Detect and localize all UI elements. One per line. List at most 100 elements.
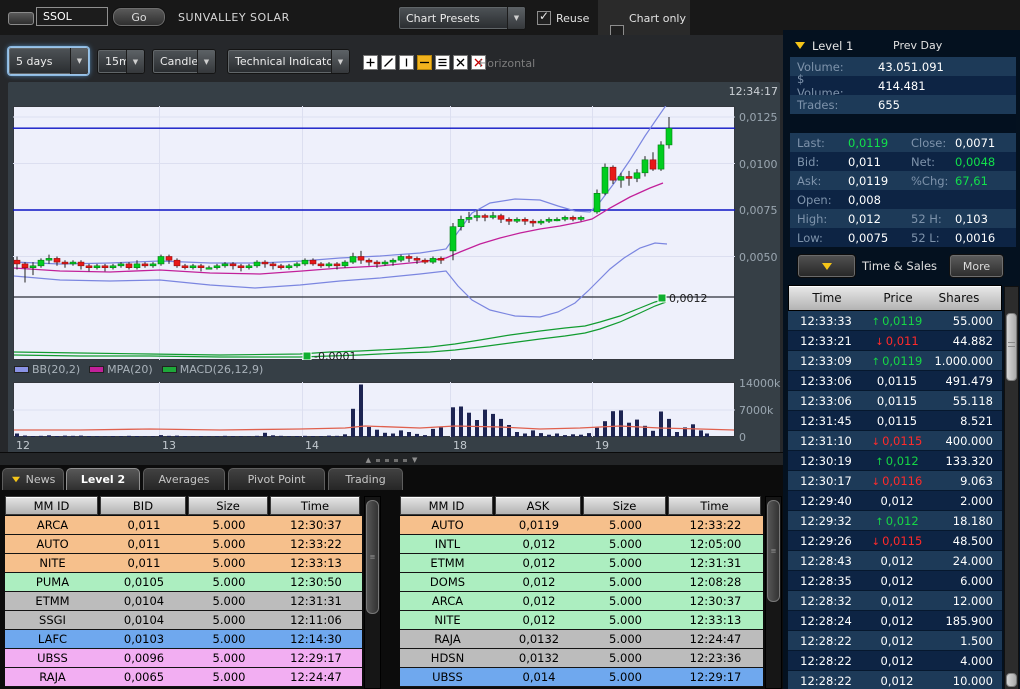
column-header[interactable]: Time: [270, 496, 360, 515]
scrollbar-thumb[interactable]: ≡: [366, 500, 379, 614]
collapse-triangle-icon[interactable]: [795, 42, 805, 49]
trade-row[interactable]: 12:31:450,01158.521: [788, 411, 1002, 431]
size: 5.000: [188, 518, 270, 532]
trade-price-value: 0,0116: [882, 474, 922, 488]
trade-price-value: 0,012: [881, 654, 914, 668]
tab-news[interactable]: News: [2, 468, 64, 490]
column-header[interactable]: MM ID: [400, 496, 493, 515]
horizontal-line-tool[interactable]: [417, 55, 432, 70]
quote-row[interactable]: AUTO0,01195.00012:33:22: [400, 516, 763, 535]
window-menu-button[interactable]: [8, 12, 34, 25]
column-header[interactable]: Time: [789, 291, 865, 305]
column-header[interactable]: Price: [865, 291, 931, 305]
quote-row[interactable]: ARCA0,0115.00012:30:37: [5, 516, 362, 535]
trade-row[interactable]: 12:33:09↑0,01191.000.000: [788, 351, 1002, 371]
trade-price: ↓0,0115: [864, 534, 930, 548]
quote-row[interactable]: AUTO0,0115.00012:33:22: [5, 535, 362, 554]
technical-indicators-dropdown[interactable]: Technical Indicators ▼: [227, 49, 350, 74]
price: 0,012: [495, 594, 583, 608]
trade-row[interactable]: 12:28:350,0126.000: [788, 571, 1002, 591]
trade-row[interactable]: 12:28:240,012185.900: [788, 611, 1002, 631]
cross-tool[interactable]: [363, 55, 378, 70]
quote-row[interactable]: DOMS0,0125.00012:08:28: [400, 573, 763, 592]
price-chart-canvas[interactable]: -0,00010,0012: [13, 106, 735, 360]
trendline-tool[interactable]: [381, 55, 396, 70]
symbol-input[interactable]: [36, 7, 108, 26]
volume-chart-canvas[interactable]: [13, 382, 735, 437]
trade-time: 12:33:06: [788, 374, 864, 388]
column-header[interactable]: Time: [668, 496, 761, 515]
quote-row[interactable]: ETMM0,0125.00012:31:31: [400, 554, 763, 573]
range-dropdown[interactable]: 5 days ▼: [8, 47, 89, 75]
trade-row[interactable]: 12:31:10↓0,0115400.000: [788, 431, 1002, 451]
trade-row[interactable]: 12:28:220,0121.500: [788, 631, 1002, 651]
delete-drawing-tool[interactable]: [453, 55, 468, 70]
column-header[interactable]: BID: [100, 496, 186, 515]
quote-row[interactable]: NITE0,0125.00012:33:13: [400, 611, 763, 630]
collapse-up-icon[interactable]: ▲: [366, 457, 371, 464]
trade-row[interactable]: 12:28:220,01210.000: [788, 671, 1002, 689]
chart-style-dropdown[interactable]: Candle ▼: [152, 49, 216, 74]
quote-row[interactable]: INTL0,0125.00012:05:00: [400, 535, 763, 554]
ask-table-scrollbar[interactable]: ≡: [765, 496, 782, 689]
reuse-checkbox[interactable]: [537, 11, 551, 25]
column-header[interactable]: Size: [188, 496, 268, 515]
tab-level-2[interactable]: Level 2: [66, 468, 140, 490]
trade-shares: 44.882: [930, 334, 1002, 348]
quote-row[interactable]: UBSS0,0145.00012:29:17: [400, 668, 763, 687]
time: 12:31:31: [270, 594, 362, 608]
interval-dropdown[interactable]: 15m ▼: [97, 49, 145, 74]
trade-price: 0,012: [864, 574, 930, 588]
vertical-line-tool[interactable]: [399, 55, 414, 70]
quote-row[interactable]: SSGI0,01045.00012:11:06: [5, 611, 362, 630]
size: 5.000: [583, 518, 668, 532]
column-header[interactable]: Size: [583, 496, 666, 515]
time-sales-collapse-button[interactable]: [797, 254, 856, 278]
trade-shares: 55.000: [930, 314, 1002, 328]
trade-row[interactable]: 12:30:19↑0,012133.320: [788, 451, 1002, 471]
scrollbar-end-button[interactable]: [1006, 673, 1017, 687]
trade-price-value: 0,011: [886, 334, 919, 348]
column-header[interactable]: MM ID: [5, 496, 98, 515]
trade-row[interactable]: 12:28:430,01224.000: [788, 551, 1002, 571]
mm-id: DOMS: [400, 575, 495, 589]
quote-row[interactable]: NITE0,0115.00012:33:13: [5, 554, 362, 573]
trade-row[interactable]: 12:33:060,011555.118: [788, 391, 1002, 411]
trade-row[interactable]: 12:30:17↓0,01169.063: [788, 471, 1002, 491]
scrollbar-thumb[interactable]: ≡: [767, 500, 780, 602]
tab-trading[interactable]: Trading: [328, 468, 403, 490]
mm-id: SSGI: [5, 613, 100, 627]
trade-row[interactable]: 12:29:26↓0,011548.500: [788, 531, 1002, 551]
level1-field-value: 0,103: [955, 212, 988, 226]
quote-row[interactable]: RAJA0,00655.00012:24:47: [5, 668, 362, 687]
tab-pivot-point[interactable]: Pivot Point: [228, 468, 325, 490]
level1-field-label: Open:: [790, 193, 848, 207]
bid-table-scrollbar[interactable]: ≡: [364, 496, 381, 689]
trade-row[interactable]: 12:33:21↓0,01144.882: [788, 331, 1002, 351]
collapse-down-icon[interactable]: ▼: [412, 457, 417, 464]
trade-row[interactable]: 12:29:400,0122.000: [788, 491, 1002, 511]
trade-row[interactable]: 12:28:320,01212.000: [788, 591, 1002, 611]
tab-averages[interactable]: Averages: [143, 468, 225, 490]
column-header[interactable]: Shares: [931, 291, 1001, 305]
quote-row[interactable]: LAFC0,01035.00012:14:30: [5, 630, 362, 649]
trade-row[interactable]: 12:29:32↑0,01218.180: [788, 511, 1002, 531]
time-sales-scrollbar[interactable]: [1004, 286, 1019, 689]
delete-drawing-tool-icon: [455, 57, 466, 68]
scrollbar-thumb[interactable]: [1006, 313, 1017, 381]
trade-price: 0,012: [864, 554, 930, 568]
go-button[interactable]: Go: [112, 7, 166, 27]
quote-row[interactable]: ARCA0,0125.00012:30:37: [400, 592, 763, 611]
quote-row[interactable]: UBSS0,00965.00012:29:17: [5, 649, 362, 668]
trade-row[interactable]: 12:28:220,0124.000: [788, 651, 1002, 671]
trade-row[interactable]: 12:33:060,0115491.479: [788, 371, 1002, 391]
quote-row[interactable]: HDSN0,01325.00012:23:36: [400, 649, 763, 668]
column-header[interactable]: ASK: [495, 496, 581, 515]
quote-row[interactable]: RAJA0,01325.00012:24:47: [400, 630, 763, 649]
parallel-lines-tool[interactable]: [435, 55, 450, 70]
more-button[interactable]: More: [949, 254, 1004, 278]
quote-row[interactable]: ETMM0,01045.00012:31:31: [5, 592, 362, 611]
quote-row[interactable]: PUMA0,01055.00012:30:50: [5, 573, 362, 592]
chart-presets-dropdown[interactable]: Chart Presets ▼: [398, 6, 526, 30]
trade-row[interactable]: 12:33:33↑0,011955.000: [788, 311, 1002, 331]
